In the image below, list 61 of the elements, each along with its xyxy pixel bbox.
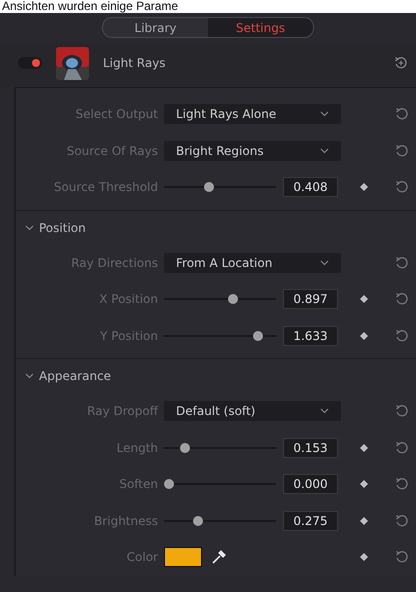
- parameter-label: Ray Directions: [70, 256, 158, 270]
- section-header[interactable]: Position: [16, 210, 416, 244]
- slider-thumb[interactable]: [204, 182, 214, 192]
- keyframe-diamond-icon[interactable]: [360, 295, 368, 304]
- reset-icon[interactable]: [395, 256, 409, 270]
- dropdown[interactable]: Default (soft): [164, 401, 341, 422]
- slider-thumb[interactable]: [252, 330, 263, 341]
- reset-icon[interactable]: [395, 144, 409, 158]
- parameter-label: Brightness: [93, 514, 158, 528]
- chevron-down-icon[interactable]: [25, 224, 34, 230]
- chevron-down-icon: [320, 260, 329, 266]
- enable-toggle[interactable]: [18, 57, 42, 69]
- parameter-label: Y Position: [99, 328, 158, 343]
- reset-icon[interactable]: [395, 180, 409, 194]
- effect-name: Light Rays: [103, 56, 167, 70]
- reset-icon[interactable]: [395, 328, 409, 343]
- chevron-down-icon: [320, 111, 329, 118]
- reset-icon[interactable]: [395, 514, 409, 528]
- keyframe-diamond-icon[interactable]: [360, 480, 368, 488]
- reset-icon[interactable]: [395, 550, 409, 564]
- color-swatch[interactable]: [164, 547, 202, 568]
- reset-add-icon[interactable]: [394, 56, 408, 70]
- section-header[interactable]: Appearance: [16, 359, 416, 393]
- parameter-label: Select Output: [74, 107, 158, 122]
- reset-icon[interactable]: [395, 440, 409, 455]
- reset-icon[interactable]: [395, 404, 409, 418]
- value-field[interactable]: 0.153: [283, 438, 338, 458]
- slider-thumb[interactable]: [164, 479, 174, 490]
- reset-icon[interactable]: [395, 477, 409, 492]
- parameter-label: Ray Dropoff: [86, 404, 158, 418]
- slider-thumb[interactable]: [180, 442, 190, 453]
- lens-icon: [56, 46, 89, 80]
- value-field[interactable]: 0.897: [283, 289, 338, 310]
- reset-icon[interactable]: [395, 107, 409, 122]
- value-field[interactable]: 1.633: [283, 326, 338, 346]
- dropdown[interactable]: From A Location: [164, 252, 341, 273]
- parameter-label: Length: [116, 440, 158, 455]
- keyframe-diamond-icon[interactable]: [360, 183, 368, 192]
- tab[interactable]: Library: [103, 18, 208, 37]
- parameter-label: Source Threshold: [52, 180, 158, 194]
- value-field[interactable]: 0.000: [283, 474, 338, 494]
- dropdown[interactable]: Bright Regions: [164, 140, 341, 161]
- chevron-down-icon: [320, 148, 329, 154]
- keyframe-diamond-icon[interactable]: [360, 516, 368, 525]
- parameter-label: Soften: [118, 477, 158, 492]
- tab[interactable]: Settings: [208, 18, 313, 37]
- reset-icon[interactable]: [395, 292, 409, 306]
- chevron-down-icon[interactable]: [25, 373, 34, 379]
- keyframe-diamond-icon[interactable]: [360, 553, 368, 562]
- parameter-label: Source Of Rays: [66, 144, 158, 158]
- slider-thumb[interactable]: [192, 516, 203, 526]
- dropdown[interactable]: Light Rays Alone: [164, 104, 341, 124]
- caption-text: Ansichten wurden einige Parame: [1, 0, 178, 13]
- keyframe-diamond-icon[interactable]: [360, 444, 368, 452]
- parameter-label: Color: [126, 550, 158, 564]
- value-field[interactable]: 0.275: [283, 510, 338, 531]
- value-field[interactable]: 0.408: [283, 177, 338, 198]
- chevron-down-icon: [320, 408, 329, 414]
- slider-thumb[interactable]: [228, 294, 238, 304]
- parameter-label: X Position: [98, 292, 158, 306]
- keyframe-diamond-icon[interactable]: [360, 332, 368, 340]
